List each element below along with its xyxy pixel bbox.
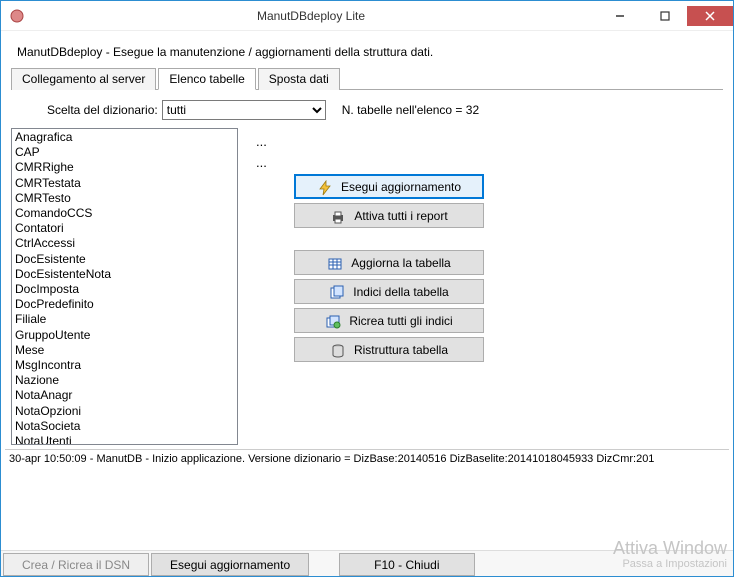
ellipsis-1: ... [256,134,484,149]
printer-icon [330,209,346,223]
create-dsn-button[interactable]: Crea / Ricrea il DSN [3,553,149,576]
list-item[interactable]: NotaOpzioni [15,404,234,419]
restructure-table-button[interactable]: Ristruttura tabella [294,337,484,362]
grid-icon [327,256,343,270]
list-item[interactable]: Anagrafica [15,130,234,145]
dictionary-select[interactable]: tutti [162,100,326,120]
list-item[interactable]: DocEsistenteNota [15,267,234,282]
index-icon [329,285,345,299]
list-item[interactable]: NotaAnagr [15,388,234,403]
table-listbox[interactable]: AnagraficaCAPCMRRigheCMRTestataCMRTestoC… [11,128,238,445]
list-item[interactable]: CMRTesto [15,191,234,206]
list-item[interactable]: CMRTestata [15,176,234,191]
refresh-table-button[interactable]: Aggiorna la tabella [294,250,484,275]
list-item[interactable]: MsgIncontra [15,358,234,373]
ellipsis-2: ... [256,155,484,170]
list-item[interactable]: DocEsistente [15,252,234,267]
log-line: 30-apr 10:50:09 - ManutDB - Inizio appli… [5,449,729,468]
close-button[interactable] [687,6,733,26]
tab-connection[interactable]: Collegamento al server [11,68,156,90]
list-item[interactable]: CAP [15,145,234,160]
titlebar: ManutDBdeploy Lite [1,1,733,31]
table-indexes-button[interactable]: Indici della tabella [294,279,484,304]
list-item[interactable]: NotaUtenti [15,434,234,445]
list-item[interactable]: CtrlAccessi [15,236,234,251]
table-count-label: N. tabelle nell'elenco = 32 [342,103,479,117]
bottom-run-update-button[interactable]: Esegui aggiornamento [151,553,309,576]
list-item[interactable]: CMRRighe [15,160,234,175]
list-item[interactable]: GruppoUtente [15,328,234,343]
list-item[interactable]: Contatori [15,221,234,236]
database-icon [330,343,346,357]
tab-table-list[interactable]: Elenco tabelle [158,68,255,90]
list-item[interactable]: ComandoCCS [15,206,234,221]
bottom-bar: Crea / Ricrea il DSN Esegui aggiornament… [1,550,733,576]
tab-move-data[interactable]: Sposta dati [258,68,340,90]
dictionary-label: Scelta del dizionario: [47,103,158,117]
rebuild-icon [325,314,341,328]
lightning-icon [317,180,333,194]
app-icon [9,8,25,24]
list-item[interactable]: Nazione [15,373,234,388]
run-update-button[interactable]: Esegui aggiornamento [294,174,484,199]
list-item[interactable]: Mese [15,343,234,358]
list-item[interactable]: Filiale [15,312,234,327]
list-item[interactable]: DocPredefinito [15,297,234,312]
window-title: ManutDBdeploy Lite [25,9,597,23]
app-description: ManutDBdeploy - Esegue la manutenzione /… [17,45,723,59]
maximize-button[interactable] [642,6,687,26]
list-item[interactable]: DocImposta [15,282,234,297]
recreate-indexes-button[interactable]: Ricrea tutti gli indici [294,308,484,333]
close-f10-button[interactable]: F10 - Chiudi [339,553,474,576]
list-item[interactable]: NotaSocieta [15,419,234,434]
enable-reports-button[interactable]: Attiva tutti i report [294,203,484,228]
minimize-button[interactable] [597,6,642,26]
tab-bar: Collegamento al server Elenco tabelle Sp… [11,67,723,90]
